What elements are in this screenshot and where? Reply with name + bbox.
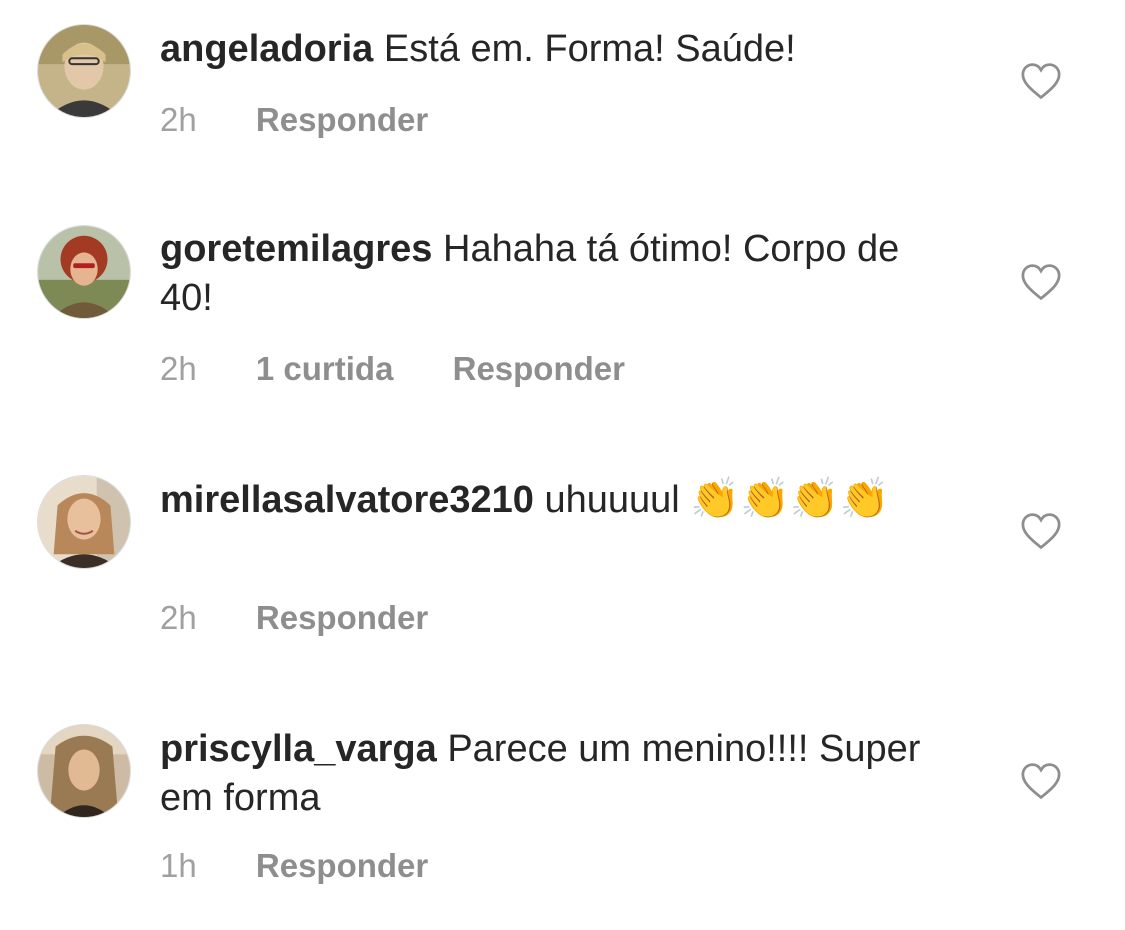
comment-item: priscylla_varga Parece um menino!!!! Sup… [0, 700, 1125, 930]
avatar[interactable] [37, 724, 131, 818]
comment-text: uhuuuul [544, 479, 680, 521]
comment-text-block: angeladoria Está em. Forma! Saúde! [160, 25, 960, 74]
avatar-image [38, 25, 130, 117]
clapping-hands-emoji: 👏👏👏👏 [690, 477, 890, 521]
heart-outline-icon [1021, 63, 1061, 100]
comment-time: 2h [160, 101, 197, 138]
comment-username[interactable]: angeladoria [160, 28, 373, 70]
like-button[interactable] [1020, 62, 1062, 100]
comment-username[interactable]: goretemilagres [160, 228, 432, 270]
reply-button[interactable]: Responder [256, 100, 428, 140]
like-button[interactable] [1020, 263, 1062, 301]
comment-item: mirellasalvatore3210 uhuuuul 👏👏👏👏 2h Res… [0, 450, 1125, 700]
avatar[interactable] [37, 24, 131, 118]
heart-outline-icon [1021, 763, 1061, 800]
comment-meta: 2h Responder [160, 598, 428, 638]
comment-item: angeladoria Está em. Forma! Saúde! 2h Re… [0, 0, 1125, 200]
comment-meta: 2h 1 curtida Responder [160, 349, 625, 389]
comment-meta: 2h Responder [160, 100, 428, 140]
avatar[interactable] [37, 475, 131, 569]
reply-button[interactable]: Responder [256, 846, 428, 886]
like-button[interactable] [1020, 512, 1062, 550]
comment-text-block: priscylla_varga Parece um menino!!!! Sup… [160, 725, 960, 823]
comment-text: Está em. Forma! Saúde! [383, 28, 796, 70]
avatar-image [38, 476, 130, 568]
heart-outline-icon [1021, 264, 1061, 301]
comment-username[interactable]: priscylla_varga [160, 728, 437, 770]
avatar[interactable] [37, 225, 131, 319]
comment-item: goretemilagres Hahaha tá ótimo! Corpo de… [0, 200, 1125, 450]
comment-time: 2h [160, 599, 197, 636]
likes-count[interactable]: 1 curtida [256, 349, 394, 389]
comment-meta: 1h Responder [160, 846, 428, 886]
avatar-image [38, 725, 130, 817]
comment-username[interactable]: mirellasalvatore3210 [160, 479, 534, 521]
comment-time: 2h [160, 350, 197, 387]
comment-time: 1h [160, 847, 197, 884]
reply-button[interactable]: Responder [453, 349, 625, 389]
avatar-image [38, 226, 130, 318]
comment-text-block: mirellasalvatore3210 uhuuuul 👏👏👏👏 [160, 475, 960, 525]
reply-button[interactable]: Responder [256, 598, 428, 638]
heart-outline-icon [1021, 513, 1061, 550]
comment-text-block: goretemilagres Hahaha tá ótimo! Corpo de… [160, 225, 960, 323]
like-button[interactable] [1020, 762, 1062, 800]
